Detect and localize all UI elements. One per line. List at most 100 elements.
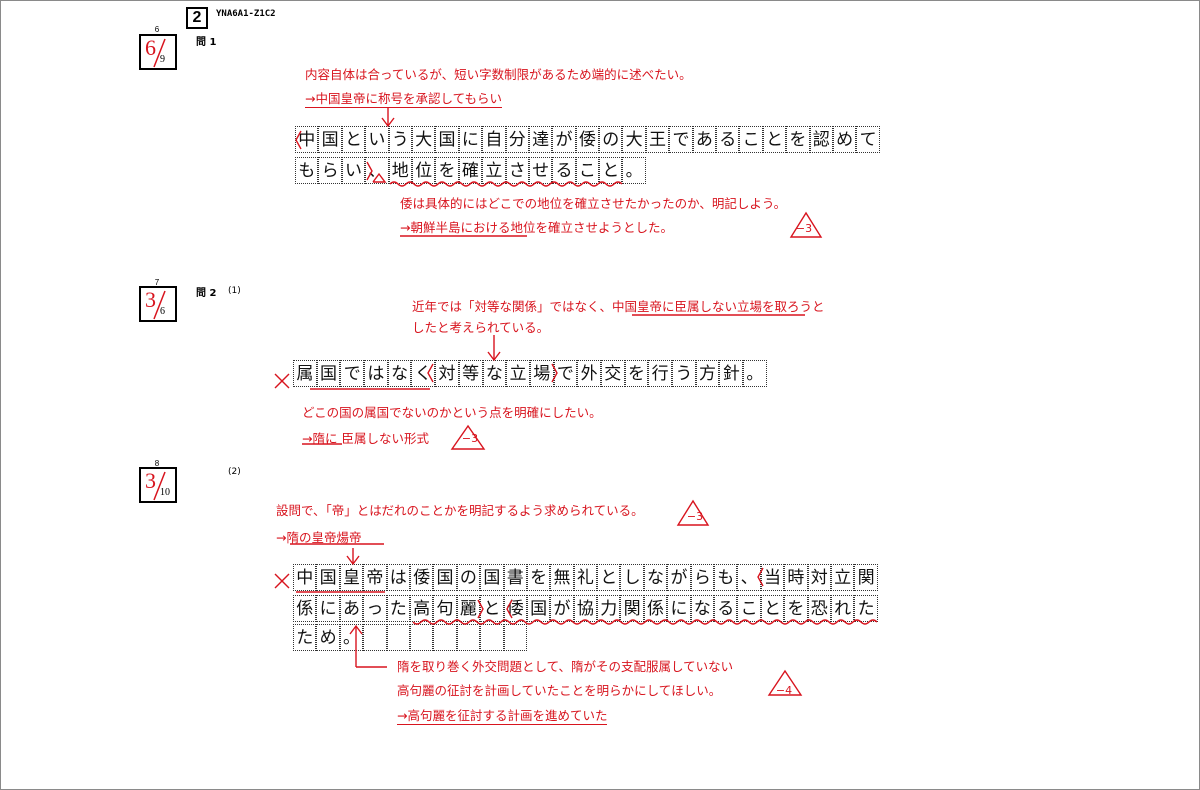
answer-cell: 方: [695, 360, 720, 387]
answer-cell: た: [386, 595, 410, 622]
answer-cell: 国: [435, 126, 459, 153]
answer-cell: せ: [528, 157, 553, 184]
answer-cell: た: [854, 595, 878, 622]
answer-cell: さ: [505, 157, 529, 184]
q1-label: 問 1: [196, 37, 217, 48]
answer-cell: で: [340, 360, 365, 387]
answer-cell: 地: [388, 157, 412, 184]
answer-cell: が: [667, 564, 691, 591]
answer-cell: 。: [743, 360, 767, 387]
answer-cell: 書: [503, 564, 527, 591]
answer-cell: を: [784, 595, 808, 622]
answer-cell: 帝: [363, 564, 387, 591]
answer-cell: 国: [318, 126, 342, 153]
q2-2-comment-bottom-2: 高句麗の征討を計画していたことを明らかにしてほしい。: [397, 683, 722, 698]
q1-answer-row-1: 中国という大国に自分達が倭の大王であることを認めて: [295, 126, 880, 153]
q2-2-score: 3: [145, 468, 156, 493]
answer-cell: も: [714, 564, 738, 591]
q2-1-score-box: 3 6: [139, 286, 177, 322]
answer-cell: 当: [760, 564, 785, 591]
answer-cell: 係: [643, 595, 668, 622]
answer-cell: と: [480, 595, 504, 622]
answer-cell: め: [316, 624, 340, 651]
q1-penalty: −3: [795, 222, 813, 235]
answer-cell: な: [643, 564, 668, 591]
answer-cell: 場: [529, 360, 554, 387]
q2-1-sub-label: (1): [228, 286, 241, 296]
answer-cell: 皇: [339, 564, 364, 591]
q2-1-penalty: −3: [461, 432, 479, 445]
answer-cell: る: [552, 157, 576, 184]
answer-cell: 中: [295, 126, 319, 153]
answer-cell: 行: [648, 360, 672, 387]
answer-cell: る: [714, 595, 738, 622]
q1-comment-top-1: 内容自体は合っているが、短い字数制限があるため端的に述べたい。: [305, 67, 692, 82]
q2-2-comment-bottom-1: 隋を取り巻く外交問題として、隋がその支配服属していない: [397, 659, 734, 674]
answer-cell: 国: [480, 564, 504, 591]
q2-2-penalty-bottom: −4: [775, 684, 793, 697]
q1-score: 6: [145, 35, 156, 60]
q2-2-comment-top-1: 設問で、「帝」とはだれのことかを明記するよう求められている。: [276, 503, 644, 518]
q2-1-comment-bottom-2: →隋に 臣属しない形式: [302, 431, 429, 446]
answer-cell: 恐: [807, 595, 831, 622]
answer-cell: 倭: [503, 595, 527, 622]
q2-2-answer-row-2: 係にあった高句麗と倭国が協力関係になることを恐れた: [293, 595, 878, 622]
answer-cell: な: [690, 595, 715, 622]
answer-cell: 礼: [573, 564, 598, 591]
answer-cell: で: [553, 360, 578, 387]
answer-cell: い: [341, 157, 366, 184]
answer-cell: 国: [526, 595, 551, 622]
answer-cell: る: [716, 126, 740, 153]
answer-cell: 等: [458, 360, 483, 387]
q2-2-answer-row-1: 中国皇帝は倭国の国書を無礼としながらも、当時対立関: [293, 564, 878, 591]
answer-cell: 係: [293, 595, 317, 622]
answer-cell: 対: [435, 360, 459, 387]
q2-1-answer-row: 属国ではなく対等な立場で外交を行う方針。: [293, 360, 767, 387]
answer-cell: 無: [550, 564, 574, 591]
q2-2-penalty-top: −3: [686, 510, 704, 523]
q2-2-comment-bottom-3: →高句麗を征討する計画を進めていた: [397, 705, 608, 725]
answer-cell: し: [620, 564, 644, 591]
answer-cell: の: [599, 126, 623, 153]
answer-cell: っ: [363, 595, 387, 622]
answer-cell: 高: [409, 595, 434, 622]
answer-cell: と: [760, 595, 785, 622]
answer-cell: [409, 624, 434, 651]
answer-cell: 交: [600, 360, 625, 387]
q2-1-score: 3: [145, 287, 156, 312]
answer-cell: 達: [528, 126, 553, 153]
answer-cell: な: [387, 360, 412, 387]
sheet-code: YNA6A1-Z1C2: [216, 9, 276, 19]
answer-cell: あ: [692, 126, 717, 153]
answer-cell: 力: [597, 595, 621, 622]
answer-cell: う: [672, 360, 696, 387]
answer-cell: 自: [482, 126, 506, 153]
q2-2-score-box: 3 10: [139, 467, 177, 503]
q2-1-comment-bottom-1: どこの国の属国でないのかという点を明確にしたい。: [302, 405, 602, 420]
answer-cell: 、: [737, 564, 761, 591]
q2-2-sub-label: (2): [228, 467, 241, 477]
q2-1-comment-top-2: したと考えられている。: [412, 320, 550, 335]
q1-comment-bottom-1: 倭は具体的にはどこでの地位を確立させたかったのか、明記しよう。: [400, 196, 787, 211]
answer-cell: 、: [365, 157, 389, 184]
answer-cell: 立: [482, 157, 506, 184]
answer-cell: [480, 624, 504, 651]
answer-cell: 倭: [409, 564, 434, 591]
answer-cell: に: [316, 595, 340, 622]
answer-cell: [503, 624, 527, 651]
answer-cell: 。: [339, 624, 364, 651]
answer-cell: ら: [318, 157, 342, 184]
q1-comment-top-2: →中国皇帝に称号を承認してもらい: [305, 88, 502, 108]
q2-1-comment-top-1: 近年では「対等な関係」ではなく、中国皇帝に臣属しない立場を取ろうと: [412, 299, 825, 314]
answer-cell: ら: [690, 564, 715, 591]
answer-cell: 認: [809, 126, 833, 153]
answer-cell: 時: [784, 564, 808, 591]
answer-cell: と: [597, 564, 621, 591]
answer-cell: 。: [622, 157, 646, 184]
answer-cell: め: [832, 126, 857, 153]
answer-cell: 関: [620, 595, 644, 622]
q1-score-total: 9: [160, 54, 165, 65]
question-number: 2: [186, 7, 208, 29]
q2-2-comment-top-2: →隋の皇帝煬帝: [276, 530, 362, 545]
answer-cell: と: [762, 126, 787, 153]
